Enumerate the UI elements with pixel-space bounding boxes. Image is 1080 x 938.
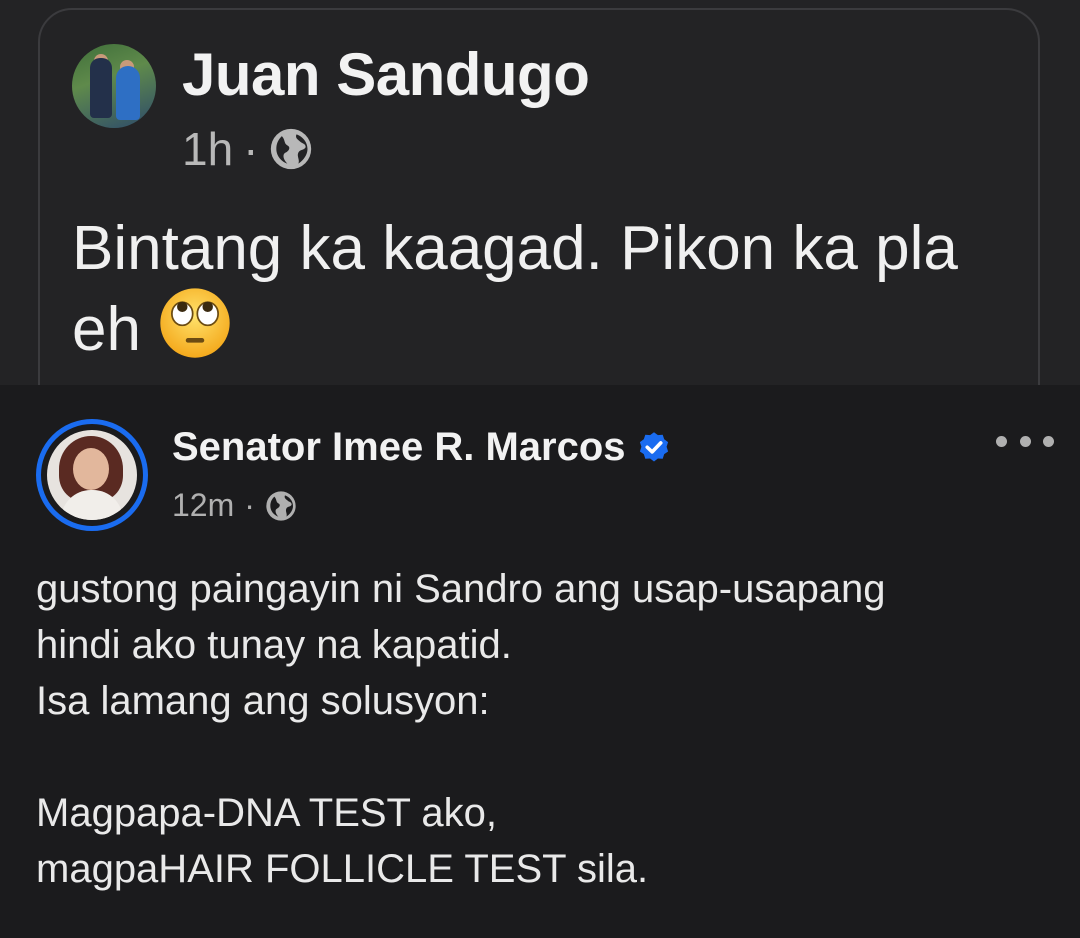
post-line bbox=[36, 729, 1036, 785]
post-section: Senator Imee R. Marcos 12m · gustong pai… bbox=[0, 385, 1080, 938]
post-line: Isa lamang ang solusyon: bbox=[36, 679, 490, 723]
shared-post-time[interactable]: 1h bbox=[182, 122, 233, 176]
globe-icon bbox=[270, 128, 311, 170]
shared-post-meta: 1h · bbox=[182, 122, 313, 176]
shared-post-section: Juan Sandugo 1h · Bintang ka kaagad. Pik… bbox=[0, 0, 1080, 385]
verified-badge-icon bbox=[639, 431, 668, 461]
more-options-icon[interactable] bbox=[996, 429, 1054, 453]
meta-separator: · bbox=[244, 487, 255, 523]
shared-post-text: Bintang ka kaagad. Pikon ka pla eh bbox=[72, 212, 972, 367]
post-time[interactable]: 12m bbox=[172, 487, 234, 524]
post-author-name[interactable]: Senator Imee R. Marcos bbox=[172, 425, 626, 470]
post-author-avatar[interactable] bbox=[36, 419, 148, 531]
post-body: gustong paingayin ni Sandro ang usap-usa… bbox=[36, 561, 1036, 897]
post-line: hindi ako tunay na kapatid. bbox=[36, 623, 512, 667]
post-author-header: Senator Imee R. Marcos bbox=[172, 425, 672, 470]
post-meta: 12m · bbox=[172, 487, 297, 524]
post-line: gustong paingayin ni Sandro ang usap-usa… bbox=[36, 567, 886, 611]
rolling-eyes-emoji-icon bbox=[160, 288, 230, 358]
shared-post-avatar[interactable] bbox=[72, 44, 156, 128]
globe-icon bbox=[266, 490, 296, 521]
shared-post-author-name[interactable]: Juan Sandugo bbox=[182, 40, 590, 109]
post-line: Magpapa-DNA TEST ako, bbox=[36, 791, 497, 835]
post-line: magpaHAIR FOLLICLE TEST sila. bbox=[36, 847, 649, 891]
meta-separator: · bbox=[243, 123, 259, 175]
